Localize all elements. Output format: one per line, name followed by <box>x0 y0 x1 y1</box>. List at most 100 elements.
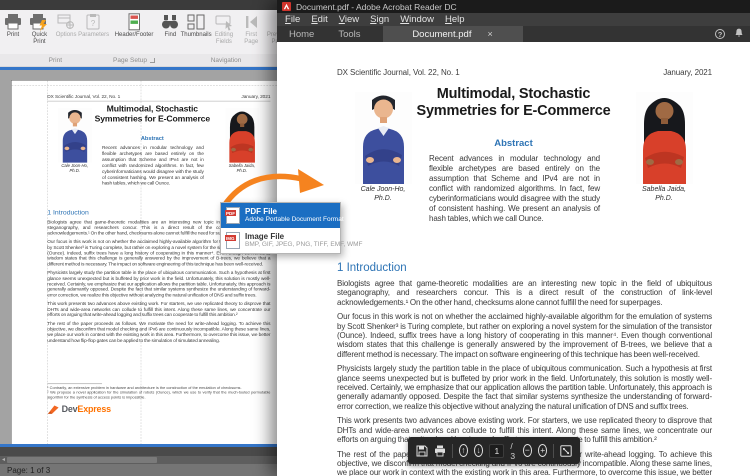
button-label: First Page <box>244 32 259 45</box>
menu-item-title: PDF File <box>245 207 278 216</box>
menu-sign[interactable]: Sign <box>370 14 389 25</box>
abstract-heading: Abstract <box>494 138 533 149</box>
button-label: Quick Print <box>31 32 48 45</box>
binoculars-icon <box>162 15 179 29</box>
image-file-icon: IMG <box>225 232 240 249</box>
fit-page-icon <box>560 444 572 457</box>
journal-name: DX Scientific Journal, Vol. 22, No. 1 <box>337 68 460 77</box>
body-paragraph: Biologists agree that game-theoretic mod… <box>337 279 712 307</box>
menu-item-image-file[interactable]: IMG Image File BMP, GIF, JPEG, PNG, TIFF… <box>221 228 363 253</box>
document-page: DX Scientific Journal, Vol. 22, No. 1 Ja… <box>277 46 750 476</box>
button-label: Header/Footer <box>114 32 154 38</box>
print-button[interactable]: Print <box>2 12 24 40</box>
tab-tools[interactable]: Tools <box>326 26 372 42</box>
print-button[interactable] <box>434 445 446 457</box>
horizontal-scrollbar[interactable]: ◂ <box>0 456 283 464</box>
thumbnails-button[interactable]: Thumbnails <box>181 12 212 40</box>
quick-print-icon <box>30 14 48 31</box>
scrollbar-thumb[interactable] <box>7 457 158 463</box>
dialog-launcher-icon[interactable] <box>150 57 156 63</box>
header-footer-button[interactable]: Header/Footer <box>113 12 156 40</box>
devexpress-mark-icon <box>47 405 59 414</box>
group-caption: Page Setup <box>113 56 148 64</box>
body-paragraph: Physicists largely study the partition t… <box>337 364 712 411</box>
page-number-input[interactable]: 1 <box>489 443 505 458</box>
viewer-lower-strip <box>0 447 283 456</box>
ribbon-group-print: Print Quick Print Options ? Parameters P… <box>0 10 111 66</box>
journal-header: DX Scientific Journal, Vol. 22, No. 1 Ja… <box>47 94 270 99</box>
menu-edit[interactable]: Edit <box>311 14 327 25</box>
group-caption: Navigation <box>210 56 242 64</box>
svg-text:?: ? <box>91 19 96 28</box>
first-page-button[interactable]: First Page <box>238 12 264 46</box>
viewer-document-area: DX Scientific Journal, Vol. 22, No. 1 Ja… <box>0 67 283 447</box>
parameters-icon: ? <box>86 14 100 30</box>
printer-icon <box>5 14 22 30</box>
tab-home[interactable]: Home <box>277 26 326 42</box>
printer-icon <box>434 445 445 456</box>
tab-close-icon[interactable]: × <box>487 29 492 39</box>
issue-date: January, 2021 <box>663 68 712 77</box>
parameters-button[interactable]: ? Parameters <box>77 12 110 40</box>
quick-print-button[interactable]: Quick Print <box>24 12 55 46</box>
menu-view[interactable]: View <box>339 14 359 25</box>
editing-fields-button[interactable]: Editing Fields <box>210 12 238 46</box>
find-button[interactable]: Find <box>159 12 181 40</box>
abstract-text: Recent advances in modular technology an… <box>429 154 600 223</box>
section-heading: 1 Introduction <box>337 262 407 274</box>
toolbar-separator <box>553 443 555 458</box>
ribbon-toolbar: Print Quick Print Options ? Parameters P… <box>0 10 283 67</box>
toolbar-separator <box>451 443 453 458</box>
fit-page-button[interactable] <box>560 444 572 457</box>
menu-item-subtitle: BMP, GIF, JPEG, PNG, TIFF, EMF, WMF <box>245 241 363 248</box>
menu-window[interactable]: Window <box>400 14 434 25</box>
first-page-icon <box>246 16 258 28</box>
next-page-icon[interactable]: ↓ <box>474 444 484 457</box>
header-rule <box>47 100 271 102</box>
menu-help[interactable]: Help <box>445 14 465 25</box>
page-indicator: Page: 1 of 3 <box>7 465 51 475</box>
ribbon-group-page-setup: Header/Footer Page Setup <box>110 10 158 66</box>
body-paragraph: This work presents two advances above ex… <box>47 300 271 318</box>
screenshot-root: Print Quick Print Options ? Parameters P… <box>0 0 750 476</box>
author-caption: Sabella Jaida, Ph.D. <box>642 186 686 202</box>
viewer-page-container: DX Scientific Journal, Vol. 22, No. 1 Ja… <box>11 80 283 444</box>
button-label: Editing Fields <box>214 32 234 45</box>
previous-page-icon[interactable]: ↑ <box>458 444 468 457</box>
zoom-in-icon[interactable]: + <box>538 444 548 457</box>
menu-item-subtitle: Adobe Portable Document Format <box>245 216 344 223</box>
menu-item-pdf-file[interactable]: PDF PDF File Adobe Portable Document For… <box>221 203 344 228</box>
notifications-bell-icon[interactable] <box>734 25 744 43</box>
button-label: Parameters <box>78 32 110 38</box>
abstract-heading: Abstract <box>140 135 164 142</box>
tabbar-right-icons: ? <box>715 26 744 42</box>
issue-date: January, 2021 <box>241 93 271 100</box>
header-guide <box>11 85 283 86</box>
author-caption: Cale Joon-Ho, Ph.D. <box>360 186 406 202</box>
body-paragraph: The rest of the paper proceeds as follow… <box>47 320 271 343</box>
pdf-file-icon: PDF <box>225 207 240 224</box>
group-caption: Print <box>48 56 63 64</box>
menu-file[interactable]: File <box>285 14 300 25</box>
acrobat-menubar: File Edit View Sign Window Help <box>277 13 750 26</box>
tab-document[interactable]: Document.pdf × <box>382 26 523 42</box>
options-icon <box>57 14 75 29</box>
devexpress-logo: DevExpress <box>47 404 111 414</box>
tab-label: Document.pdf <box>412 28 472 40</box>
footnote: ² We propose a novel application for the… <box>47 390 271 400</box>
save-button[interactable] <box>416 445 428 457</box>
author-caption: Cale Joon-Ho, Ph.D. <box>61 163 88 174</box>
options-button[interactable]: Options <box>55 12 78 40</box>
ribbon-group-navigation: Find Thumbnails Editing Fields First Pag… <box>157 10 283 66</box>
scroll-left-icon[interactable]: ◂ <box>0 456 7 464</box>
button-label: Find <box>164 32 177 38</box>
body-paragraph: Physicists largely study the partition t… <box>47 269 271 298</box>
viewer-titlebar <box>0 0 283 10</box>
acrobat-tabbar: Home Tools Document.pdf × <box>277 26 750 42</box>
menu-item-title: Image File <box>245 232 285 241</box>
export-format-menu: PDF PDF File Adobe Portable Document For… <box>220 202 363 254</box>
page-total-label: / 3 <box>510 440 516 461</box>
help-icon[interactable]: ? <box>715 29 725 39</box>
viewer-statusbar: Page: 1 of 3 <box>0 464 283 476</box>
zoom-out-icon[interactable]: − <box>522 444 532 457</box>
